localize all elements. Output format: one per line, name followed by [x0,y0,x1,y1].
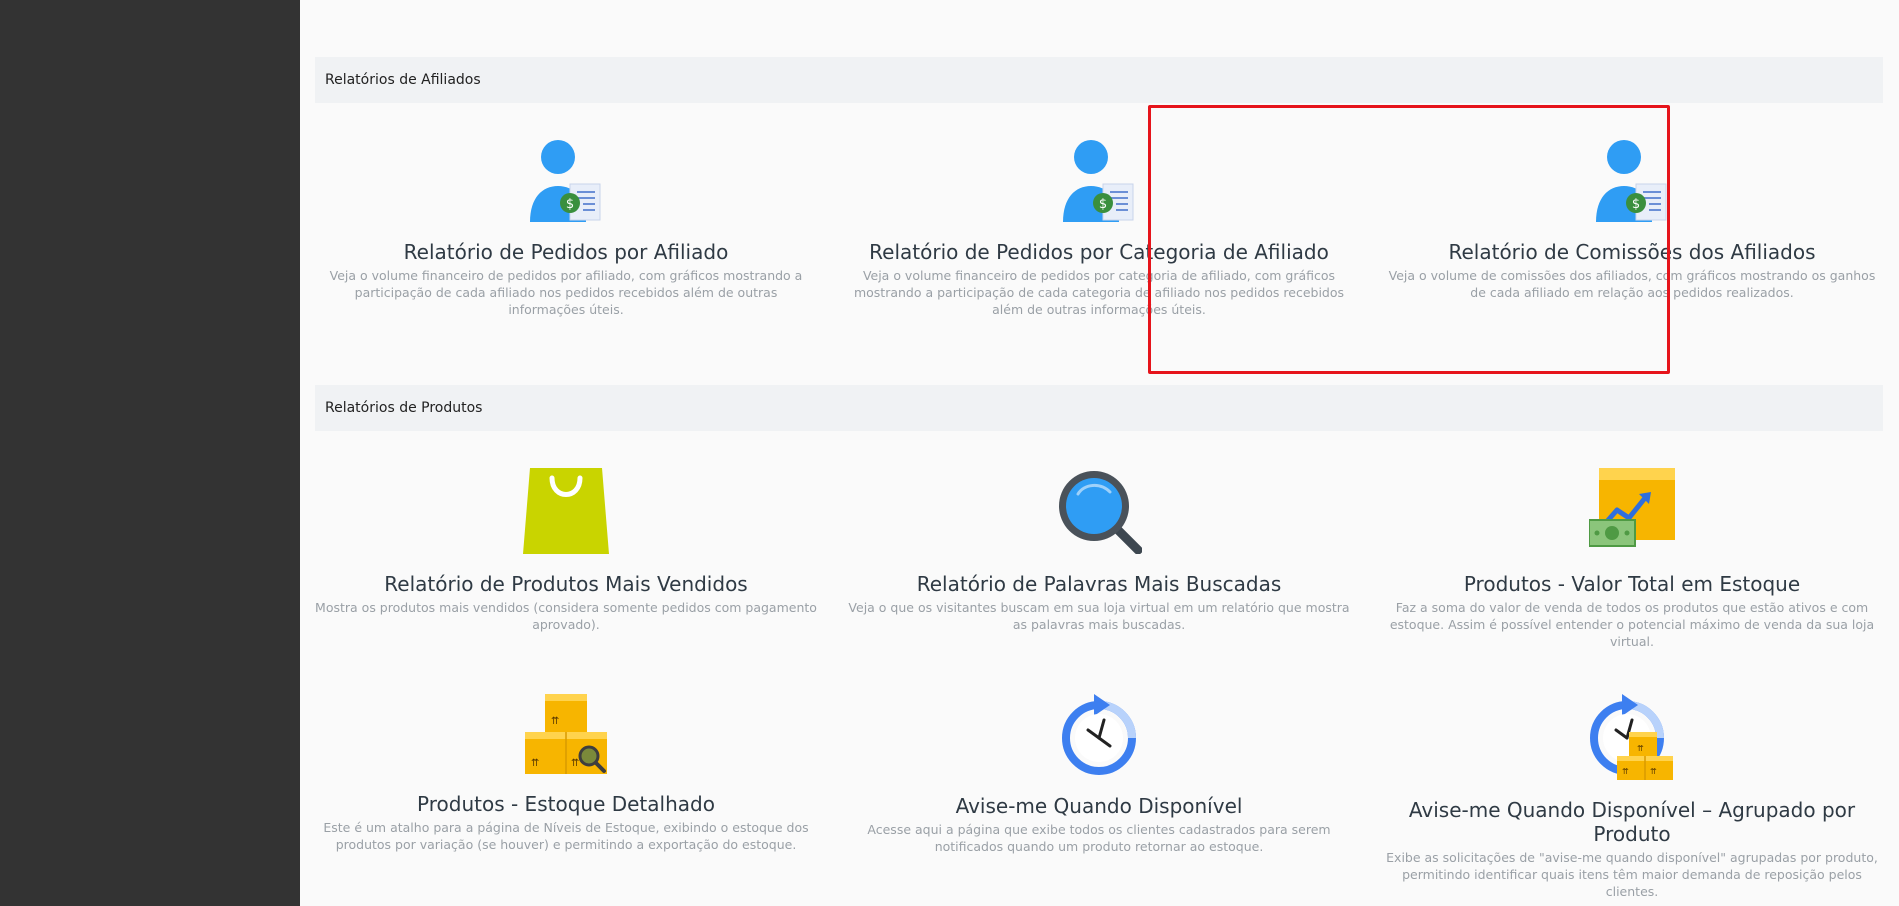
card-description: Veja o volume financeiro de pedidos por … [853,268,1345,317]
card-title: Avise-me Quando Disponível – Agrupado po… [1408,798,1856,846]
card-title: Avise-me Quando Disponível [955,794,1243,818]
card-title: Produtos - Valor Total em Estoque [1463,572,1801,596]
card-title: Relatório de Pedidos por Categoria de Af… [869,240,1329,264]
report-card-notify-grouped-by-product[interactable]: ⇈ ⇈ ⇈ Avise-me Quando Disponível – Agrup… [1377,694,1887,900]
card-description: Acesse aqui a página que exibe todos os … [867,822,1331,854]
card-description: Veja o volume de comissões dos afiliados… [1388,268,1876,300]
card-description: Este é um atalho para a página de Níveis… [323,820,809,852]
card-description: Veja o que os visitantes buscam em sua l… [848,600,1350,632]
report-card-notify-when-available[interactable]: Avise-me Quando Disponível Acesse aqui a… [844,694,1354,855]
clock-boxes-icon: ⇈ ⇈ ⇈ [1590,694,1673,780]
section-header-products: Relatórios de Produtos [315,385,1883,431]
svg-text:⇈: ⇈ [551,716,559,727]
report-card-orders-by-affiliate-category[interactable]: $ Relatório de Pedidos por Categoria de … [844,140,1354,318]
svg-text:⇈: ⇈ [571,758,579,769]
affiliate-category-report-icon: $ [1063,140,1134,222]
affiliate-commission-icon: $ [1596,140,1667,222]
card-title: Relatório de Produtos Mais Vendidos [384,572,748,596]
card-title: Relatório de Pedidos por Afiliado [403,240,729,264]
card-title: Produtos - Estoque Detalhado [417,792,715,816]
svg-text:$: $ [1099,197,1107,212]
magnifier-icon [1059,471,1142,554]
clock-refresh-icon [1062,694,1136,775]
report-card-best-selling-products[interactable]: Relatório de Produtos Mais Vendidos Most… [311,468,821,633]
sidebar [0,0,300,906]
stock-boxes-icon: ⇈ ⇈ ⇈ [525,694,607,774]
shopping-bag-icon [523,468,609,554]
card-description: Mostra os produtos mais vendidos (consid… [315,600,817,632]
report-card-detailed-stock[interactable]: ⇈ ⇈ ⇈ Produtos - Estoque Detalhado Este … [311,694,821,853]
report-card-most-searched-words[interactable]: Relatório de Palavras Mais Buscadas Veja… [844,468,1354,633]
svg-text:⇈: ⇈ [531,758,539,769]
affiliate-report-icon: $ [530,140,601,222]
card-description: Exibe as solicitações de "avise-me quand… [1386,850,1878,899]
svg-text:⇈: ⇈ [1622,767,1629,776]
svg-text:⇈: ⇈ [1650,767,1657,776]
svg-text:⇈: ⇈ [1637,744,1644,753]
main-content: Relatórios de Afiliados $ Relatório de P… [300,0,1899,906]
card-title: Relatório de Comissões dos Afiliados [1448,240,1816,264]
report-card-affiliate-commissions[interactable]: $ Relatório de Comissões dos Afiliados V… [1377,140,1887,301]
card-description: Faz a soma do valor de venda de todos os… [1389,600,1875,649]
report-card-total-stock-value[interactable]: Produtos - Valor Total em Estoque Faz a … [1377,468,1887,650]
svg-text:$: $ [1632,197,1640,212]
card-description: Veja o volume financeiro de pedidos por … [329,268,803,317]
stock-value-icon [1589,468,1675,547]
section-header-affiliates: Relatórios de Afiliados [315,57,1883,103]
card-title: Relatório de Palavras Mais Buscadas [916,572,1282,596]
svg-text:$: $ [566,197,574,212]
report-card-orders-by-affiliate[interactable]: $ Relatório de Pedidos por Afiliado Veja… [311,140,821,318]
